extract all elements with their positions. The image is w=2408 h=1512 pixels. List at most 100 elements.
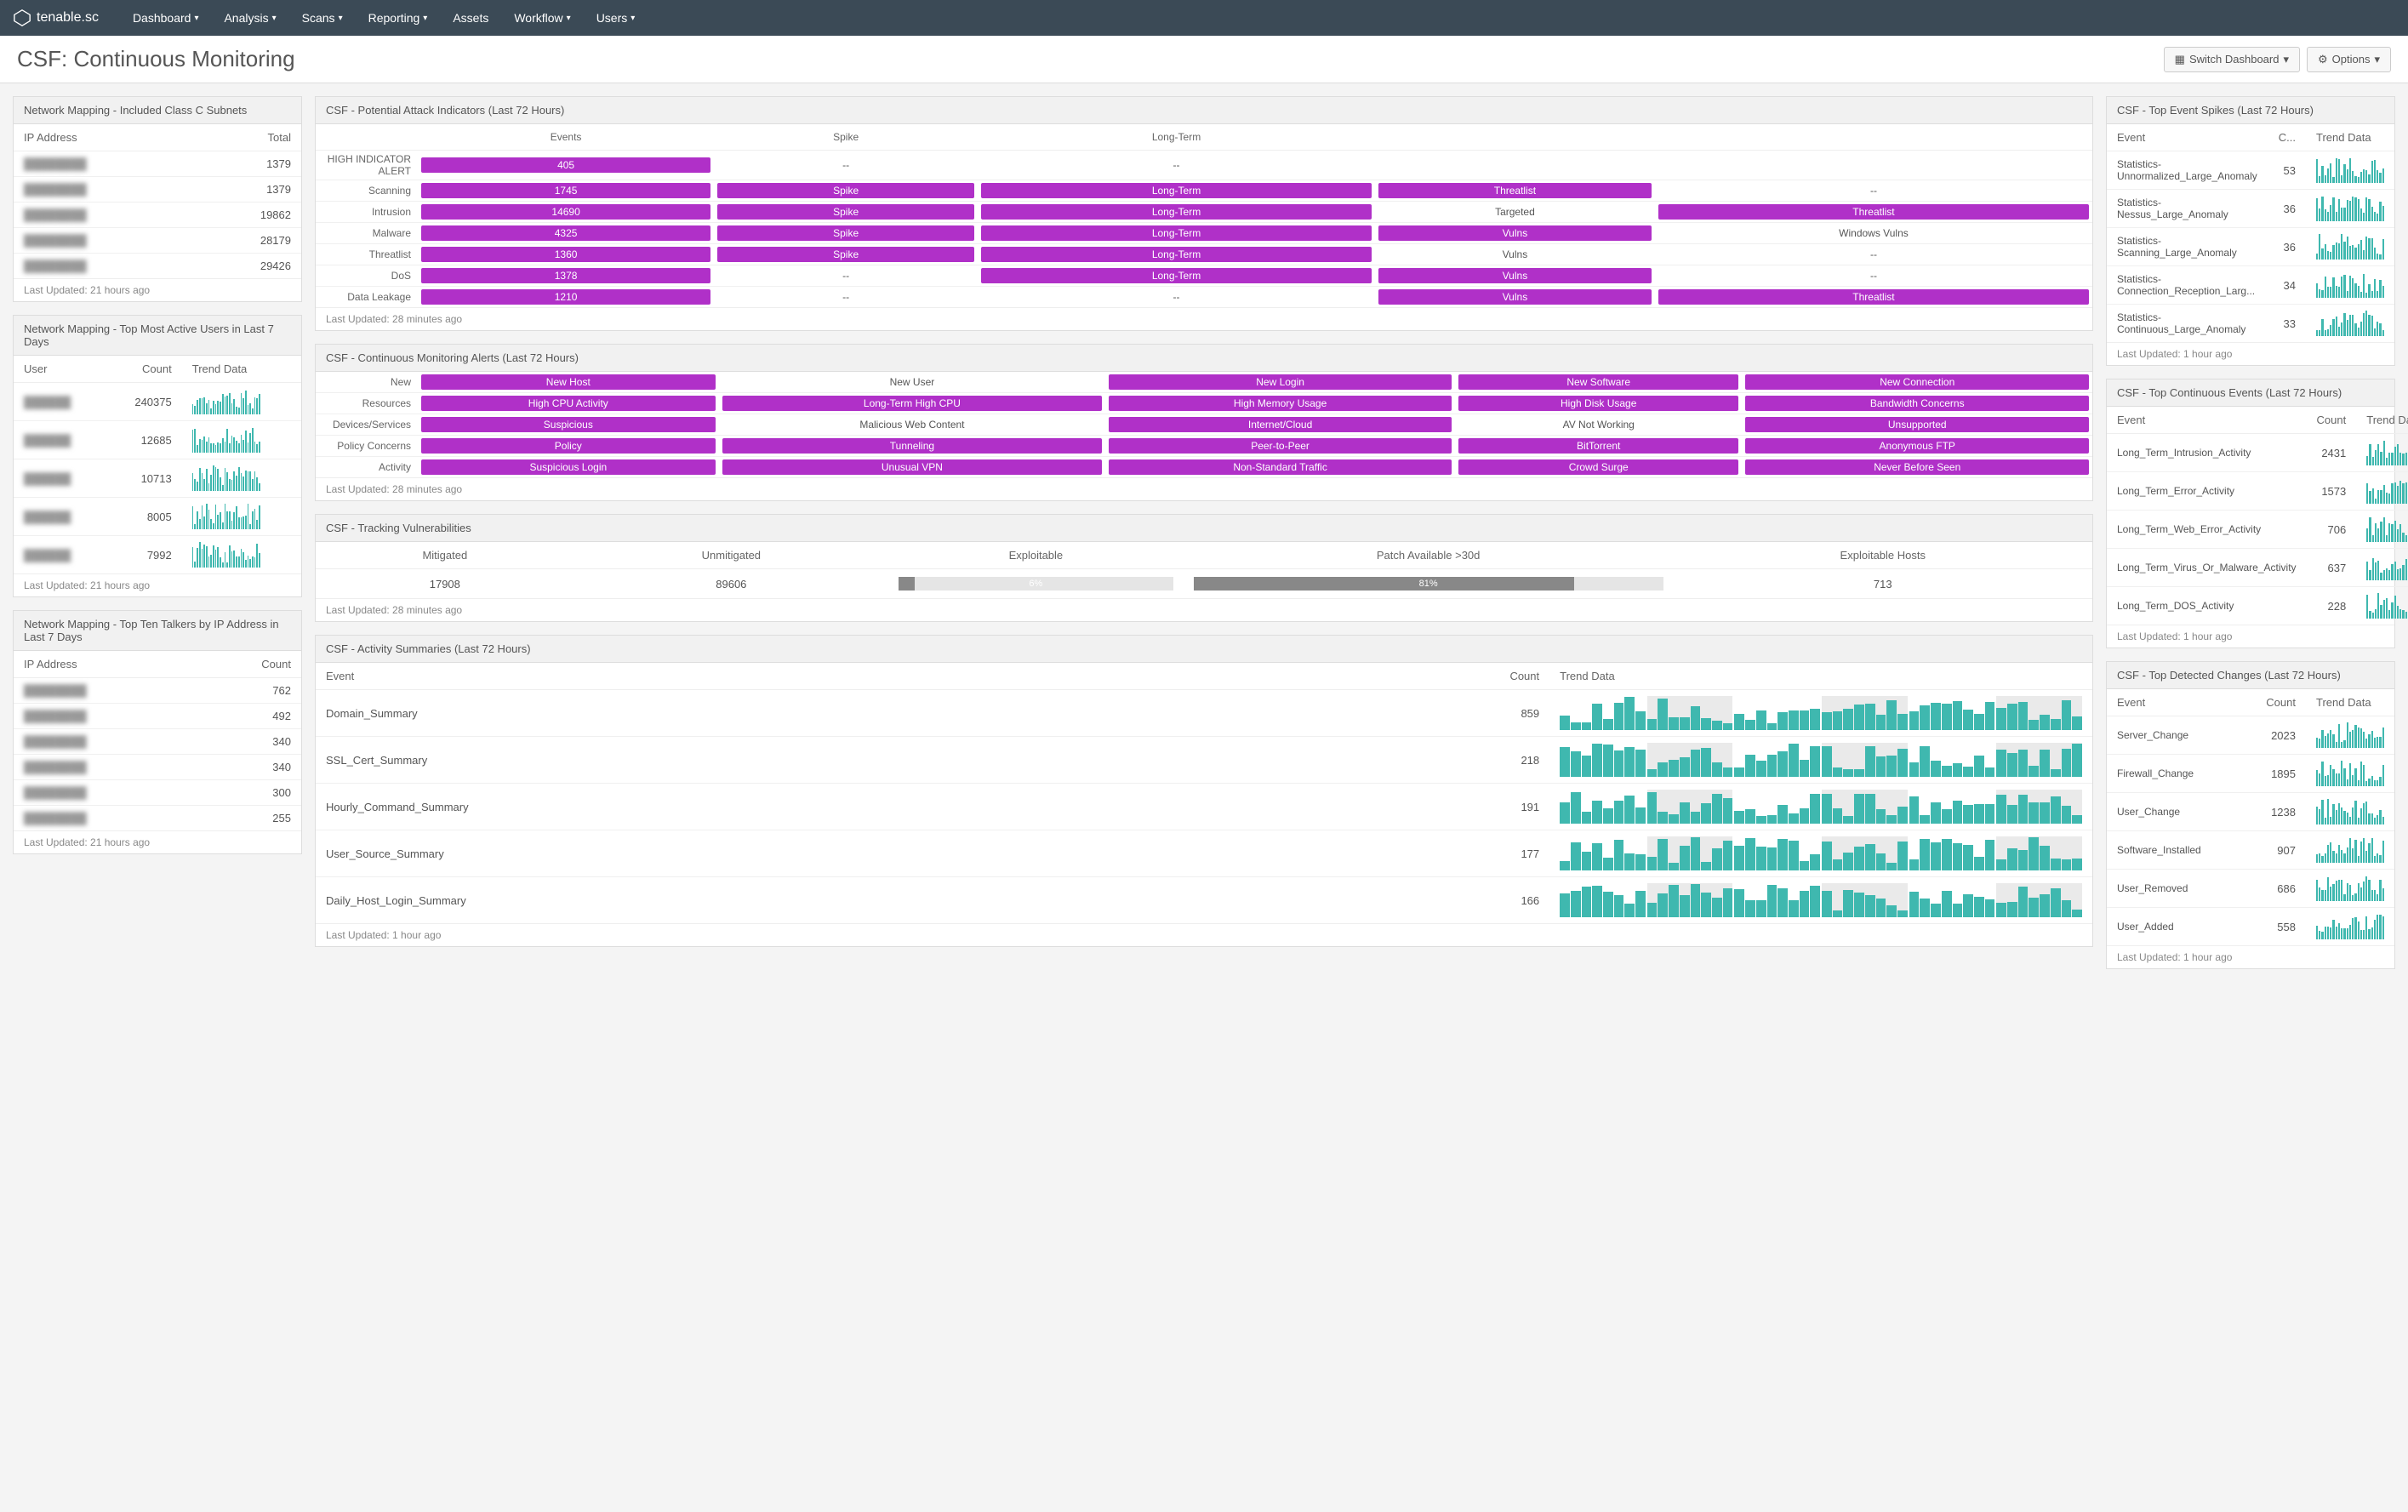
table-row[interactable]: Long_Term_Error_Activity1573 xyxy=(2107,472,2408,511)
col-total[interactable]: Total xyxy=(191,124,301,151)
matrix-row: Data Leakage1210----VulnsThreatlist xyxy=(316,287,2092,308)
trend-chart xyxy=(1560,836,2082,870)
table-row[interactable]: Long_Term_Web_Error_Activity706 xyxy=(2107,511,2408,549)
table-row[interactable]: User_Source_Summary177 xyxy=(316,830,2092,877)
table-row[interactable]: ██████12685 xyxy=(14,421,301,459)
switch-dashboard-button[interactable]: ▦ Switch Dashboard ▾ xyxy=(2164,47,2300,72)
panel-active-users: Network Mapping - Top Most Active Users … xyxy=(13,315,302,597)
sparkline xyxy=(192,465,260,491)
sparkline xyxy=(192,427,260,453)
trend-chart xyxy=(1560,790,2082,824)
table-row[interactable]: Domain_Summary859 xyxy=(316,690,2092,737)
options-button[interactable]: ⚙ Options ▾ xyxy=(2307,47,2391,72)
panel-updated: Last Updated: 21 hours ago xyxy=(14,278,301,301)
table-row[interactable]: Statistics-Nessus_Large_Anomaly36 xyxy=(2107,190,2394,228)
nav-assets[interactable]: Assets xyxy=(440,11,501,25)
sparkline xyxy=(2316,722,2384,748)
sparkline xyxy=(2366,555,2408,580)
trend-chart xyxy=(1560,883,2082,917)
brand-text: tenable.sc xyxy=(37,10,99,26)
exploitable-bar[interactable]: 6% xyxy=(888,569,1184,599)
caret-down-icon: ▾ xyxy=(339,14,343,23)
col-ip[interactable]: IP Address xyxy=(14,124,191,151)
changes-table: Event Count Trend Data Server_Change2023… xyxy=(2107,689,2394,945)
panel-attack-indicators: CSF - Potential Attack Indicators (Last … xyxy=(315,96,2093,331)
table-row[interactable]: ██████8005 xyxy=(14,498,301,536)
table-row[interactable]: Server_Change2023 xyxy=(2107,716,2394,755)
talkers-table: IP Address Count ████████762████████492█… xyxy=(14,651,301,830)
panel-activity-summaries: CSF - Activity Summaries (Last 72 Hours)… xyxy=(315,635,2093,947)
nav-workflow[interactable]: Workflow ▾ xyxy=(501,11,583,25)
nav-analysis[interactable]: Analysis ▾ xyxy=(211,11,288,25)
attack-matrix: EventsSpikeLong-Term HIGH INDICATOR ALER… xyxy=(316,124,2092,307)
table-row[interactable]: ████████1379 xyxy=(14,177,301,203)
panel-continuous-events: CSF - Top Continuous Events (Last 72 Hou… xyxy=(2106,379,2395,648)
table-row[interactable]: User_Added558 xyxy=(2107,908,2394,946)
table-row[interactable]: ██████7992 xyxy=(14,536,301,574)
table-row[interactable]: ████████29426 xyxy=(14,254,301,279)
trend-chart xyxy=(1560,743,2082,777)
table-row[interactable]: ██████240375 xyxy=(14,383,301,421)
table-row[interactable]: ████████19862 xyxy=(14,203,301,228)
caret-down-icon: ▾ xyxy=(2374,53,2380,66)
table-row[interactable]: Daily_Host_Login_Summary166 xyxy=(316,877,2092,924)
activity-table: Event Count Trend Data Domain_Summary859… xyxy=(316,663,2092,923)
nav-scans[interactable]: Scans ▾ xyxy=(289,11,356,25)
table-row[interactable]: User_Removed686 xyxy=(2107,870,2394,908)
table-row[interactable]: SSL_Cert_Summary218 xyxy=(316,737,2092,784)
panel-talkers: Network Mapping - Top Ten Talkers by IP … xyxy=(13,610,302,854)
table-row[interactable]: Hourly_Command_Summary191 xyxy=(316,784,2092,830)
sparkline xyxy=(2316,311,2384,336)
table-row[interactable]: Long_Term_Virus_Or_Malware_Activity637 xyxy=(2107,549,2408,587)
caret-down-icon: ▾ xyxy=(194,14,198,23)
table-row[interactable]: Long_Term_Intrusion_Activity2431 xyxy=(2107,434,2408,472)
brand-logo[interactable]: tenable.sc xyxy=(13,9,99,27)
table-row[interactable]: Statistics-Scanning_Large_Anomaly36 xyxy=(2107,228,2394,266)
table-row[interactable]: ████████762 xyxy=(14,678,301,704)
mitigated-value[interactable]: 17908 xyxy=(316,569,574,599)
nav-reporting[interactable]: Reporting ▾ xyxy=(356,11,441,25)
table-row[interactable]: ████████340 xyxy=(14,729,301,755)
table-row[interactable]: User_Change1238 xyxy=(2107,793,2394,831)
matrix-row: ActivitySuspicious LoginUnusual VPNNon-S… xyxy=(316,457,2092,478)
table-row[interactable]: ████████492 xyxy=(14,704,301,729)
panel-title: Network Mapping - Top Ten Talkers by IP … xyxy=(14,611,301,651)
top-navbar: tenable.sc Dashboard ▾Analysis ▾Scans ▾R… xyxy=(0,0,2408,36)
table-row[interactable]: ████████300 xyxy=(14,780,301,806)
sparkline xyxy=(2316,914,2384,939)
continuous-table: Event Count Trend Data Long_Term_Intrusi… xyxy=(2107,407,2408,625)
title-bar: CSF: Continuous Monitoring ▦ Switch Dash… xyxy=(0,36,2408,83)
caret-down-icon: ▾ xyxy=(272,14,277,23)
table-row[interactable]: Statistics-Connection_Reception_Larg...3… xyxy=(2107,266,2394,305)
table-row[interactable]: ████████1379 xyxy=(14,151,301,177)
sparkline xyxy=(2316,196,2384,221)
panel-event-spikes: CSF - Top Event Spikes (Last 72 Hours) E… xyxy=(2106,96,2395,366)
unmitigated-value[interactable]: 89606 xyxy=(574,569,888,599)
sparkline xyxy=(2316,272,2384,298)
hosts-value[interactable]: 713 xyxy=(1674,569,2092,599)
gear-icon: ⚙ xyxy=(2318,53,2328,66)
nav-users[interactable]: Users ▾ xyxy=(584,11,648,25)
nav-dashboard[interactable]: Dashboard ▾ xyxy=(120,11,212,25)
table-row[interactable]: ████████340 xyxy=(14,755,301,780)
table-row[interactable]: ████████255 xyxy=(14,806,301,831)
table-row[interactable]: Statistics-Continuous_Large_Anomaly33 xyxy=(2107,305,2394,343)
sparkline xyxy=(2316,234,2384,260)
active-users-table: User Count Trend Data ██████240375██████… xyxy=(14,356,301,573)
matrix-row: Malware4325SpikeLong-TermVulnsWindows Vu… xyxy=(316,223,2092,244)
table-row[interactable]: Firewall_Change1895 xyxy=(2107,755,2394,793)
sparkline xyxy=(2316,157,2384,183)
patch-bar[interactable]: 81% xyxy=(1184,569,1674,599)
panel-subnets: Network Mapping - Included Class C Subne… xyxy=(13,96,302,302)
table-row[interactable]: ████████28179 xyxy=(14,228,301,254)
table-row[interactable]: Software_Installed907 xyxy=(2107,831,2394,870)
table-row[interactable]: Long_Term_DOS_Activity228 xyxy=(2107,587,2408,625)
sparkline xyxy=(2316,876,2384,901)
table-row[interactable]: Statistics-Unnormalized_Large_Anomaly53 xyxy=(2107,151,2394,190)
matrix-row: Scanning1745SpikeLong-TermThreatlist-- xyxy=(316,180,2092,202)
vulns-table: MitigatedUnmitigatedExploitablePatch Ava… xyxy=(316,542,2092,598)
table-row[interactable]: ██████10713 xyxy=(14,459,301,498)
panel-detected-changes: CSF - Top Detected Changes (Last 72 Hour… xyxy=(2106,661,2395,969)
matrix-row: DoS1378--Long-TermVulns-- xyxy=(316,265,2092,287)
subnets-table: IP Address Total ████████1379████████137… xyxy=(14,124,301,278)
